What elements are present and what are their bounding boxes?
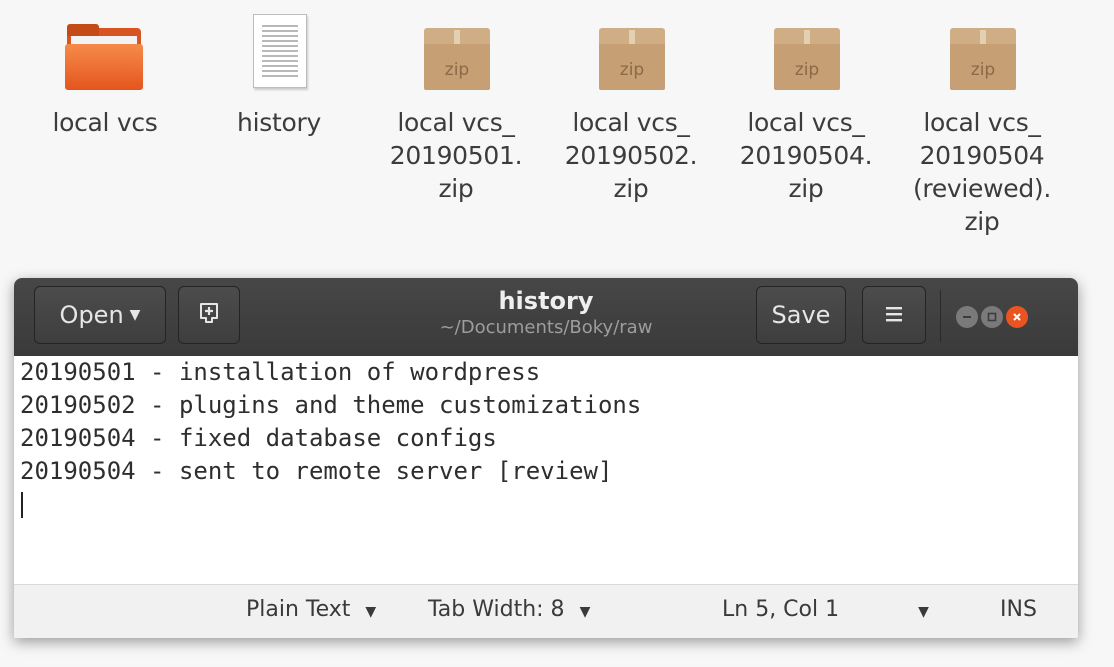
editor-line: 20190504 - fixed database configs (20, 424, 497, 452)
desktop-item-label: local vcs_ 20190504. zip (739, 108, 873, 203)
chevron-down-icon: ▼ (918, 604, 929, 620)
editor-line: 20190502 - plugins and theme customizati… (20, 391, 642, 419)
desktop-item-zip-20190504[interactable]: zip local vcs_ 20190504. zip (721, 10, 891, 205)
save-button[interactable]: Save (756, 286, 846, 344)
zip-badge: zip (619, 60, 645, 80)
desktop-item-history[interactable]: history (194, 10, 364, 139)
desktop-item-zip-20190504-reviewed[interactable]: zip local vcs_ 20190504 (reviewed). zip (897, 10, 1067, 238)
desktop-item-label: local vcs (52, 108, 158, 137)
zip-badge: zip (794, 60, 820, 80)
text-editor-window: Open ▼ history ~/Documents/Boky/raw Save (14, 278, 1078, 638)
desktop-item-local-vcs[interactable]: local vcs (20, 10, 190, 139)
chevron-down-icon: ▼ (579, 604, 591, 620)
header-bar: Open ▼ history ~/Documents/Boky/raw Save (14, 278, 1078, 356)
header-divider (940, 290, 941, 342)
minimize-icon[interactable] (956, 306, 978, 328)
hamburger-menu-icon (884, 301, 904, 329)
status-bar: Plain Text ▼ Tab Width: 8 ▼ Ln 5, Col 1 … (14, 584, 1078, 638)
desktop-item-zip-20190501[interactable]: zip local vcs_ 20190501. zip (371, 10, 541, 205)
text-document-icon (229, 10, 329, 100)
text-cursor (21, 492, 23, 518)
editor-line: 20190504 - sent to remote server [review… (20, 457, 613, 485)
folder-icon (55, 10, 155, 100)
desktop-item-label: history (237, 108, 321, 137)
open-button[interactable]: Open ▼ (34, 286, 166, 344)
language-label: Plain Text (246, 597, 351, 622)
window-subtitle: ~/Documents/Boky/raw (439, 317, 653, 338)
zip-archive-icon: zip (756, 10, 856, 100)
desktop-item-label: local vcs_ 20190504 (reviewed). zip (912, 108, 1052, 236)
desktop-icons: local vcs history zip local vcs_ 2019050… (0, 0, 1114, 280)
open-button-label: Open (59, 301, 124, 329)
desktop-item-zip-20190502[interactable]: zip local vcs_ 20190502. zip (546, 10, 716, 205)
tab-width-selector[interactable]: Tab Width: 8 ▼ (428, 597, 590, 622)
chevron-down-icon: ▼ (129, 307, 141, 323)
new-document-icon (197, 300, 221, 330)
zip-archive-icon: zip (581, 10, 681, 100)
chevron-down-icon: ▼ (365, 604, 377, 620)
maximize-icon[interactable] (981, 306, 1003, 328)
insert-mode-indicator[interactable]: INS (1000, 597, 1037, 622)
desktop-item-label: local vcs_ 20190502. zip (564, 108, 698, 203)
zip-badge: zip (970, 60, 996, 80)
title-block: history ~/Documents/Boky/raw (364, 286, 728, 340)
menu-button[interactable] (862, 286, 926, 344)
save-button-label: Save (771, 301, 831, 329)
new-tab-button[interactable] (178, 286, 240, 344)
language-selector[interactable]: Plain Text ▼ (246, 597, 376, 622)
insert-mode-label: INS (1000, 597, 1037, 622)
desktop-item-label: local vcs_ 20190501. zip (389, 108, 523, 203)
editor-text-area[interactable]: 20190501 - installation of wordpress 201… (14, 356, 1078, 584)
editor-line: 20190501 - installation of wordpress (20, 358, 541, 386)
tab-width-label: Tab Width: 8 (428, 597, 565, 622)
window-title: history (498, 287, 594, 315)
zip-badge: zip (444, 60, 470, 80)
close-icon[interactable] (1006, 306, 1028, 328)
cursor-position-selector[interactable]: Ln 5, Col 1 ▼ (722, 597, 929, 622)
cursor-position-label: Ln 5, Col 1 (722, 597, 840, 622)
zip-archive-icon: zip (932, 10, 1032, 100)
zip-archive-icon: zip (406, 10, 506, 100)
